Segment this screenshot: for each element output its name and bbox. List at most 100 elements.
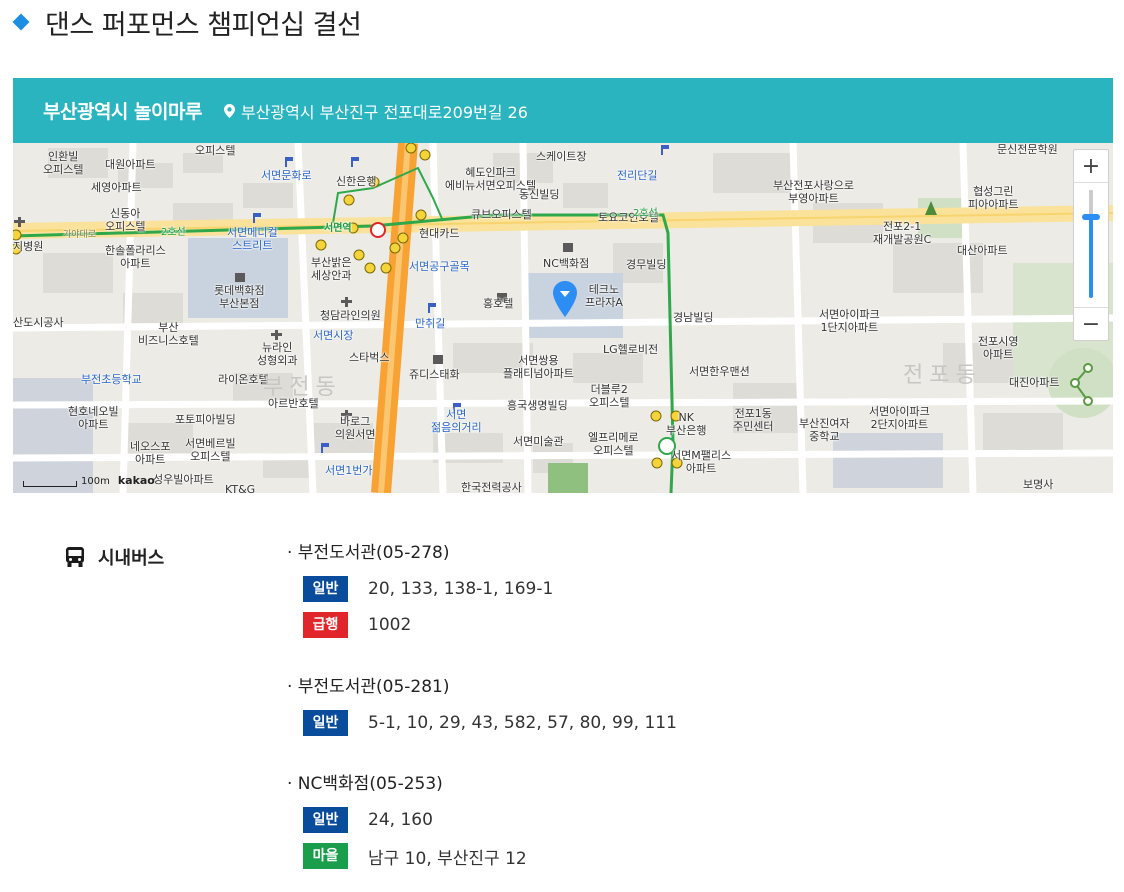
zoom-slider-handle[interactable]: [1082, 214, 1100, 220]
map-label: 부전초등학교: [81, 373, 142, 386]
map-label: NK 부산은행: [666, 411, 707, 437]
map-label: 대진아파트: [1009, 376, 1060, 389]
route-type-badge: 마을: [303, 843, 348, 869]
map-label: LG헬로비전: [603, 343, 659, 356]
map-label: 오피스텔: [195, 144, 236, 157]
route-numbers: 5-1, 10, 29, 43, 582, 57, 80, 99, 111: [368, 713, 677, 733]
map-scale: 100m kakao: [23, 474, 155, 487]
map-label: 롯데백화점 부산본점: [214, 284, 265, 310]
bus-icon: [64, 546, 86, 568]
map-label: NC백화점: [543, 257, 590, 270]
route-type-badge: 일반: [303, 710, 348, 736]
map-label: 흥국생명빌딩: [507, 399, 568, 412]
map-label: 엘프리메로 오피스텔: [588, 431, 639, 457]
bus-stop: · NC백화점(05-253) 일반 24, 160 마을 남구 10, 부산진…: [287, 771, 887, 869]
map-label: 지병원: [13, 240, 44, 253]
zoom-slider-track-top: [1089, 190, 1093, 215]
map-label: 문신전문학원: [997, 143, 1058, 156]
road-label: 가야대로: [63, 230, 97, 240]
map-label: 쥬디스태화: [409, 368, 460, 381]
map-label: 서면1번가: [325, 464, 373, 477]
map-label: 한국전력공사: [461, 481, 522, 493]
bus-route: 일반 5-1, 10, 29, 43, 582, 57, 80, 99, 111: [303, 710, 677, 736]
bus-stop-name: · 부전도서관(05-278): [287, 543, 450, 563]
diamond-bullet-icon: [12, 13, 30, 31]
map-label: 부산진여자 중학교: [799, 417, 850, 443]
district-label: 전포동: [903, 363, 982, 388]
map-label: 전리단길: [617, 169, 658, 182]
map-label: KT&G: [225, 483, 256, 493]
location-pin-icon: [223, 103, 235, 118]
map-label: 대원아파트: [105, 158, 156, 171]
map-label: 산도시공사: [13, 316, 64, 329]
district-label: 부전동: [263, 375, 342, 400]
map-brand-logo[interactable]: kakao: [118, 474, 155, 487]
bus-route: 마을 남구 10, 부산진구 12: [303, 843, 527, 869]
map-label: 서면한우맨션: [689, 365, 750, 378]
map-label: 뉴라인 성형외과: [257, 341, 298, 367]
zoom-control: + −: [1073, 149, 1109, 341]
page-header: 댄스 퍼포먼스 챔피언십 결선: [12, 2, 362, 42]
map-label: 현대카드: [419, 227, 460, 240]
transit-label: 시내버스: [98, 548, 165, 569]
zoom-in-button[interactable]: +: [1074, 150, 1108, 183]
map-label: 만취길: [415, 317, 446, 330]
map-label: 포토피아빌딩: [175, 413, 236, 426]
map-label: 동신빌딩: [519, 188, 560, 201]
map-label: 서면 젊음의거리: [431, 408, 482, 434]
map-label: 서면메디컬 스트리트: [227, 226, 278, 252]
bus-stop: · 부전도서관(05-281) 일반 5-1, 10, 29, 43, 582,…: [287, 674, 887, 736]
scale-label: 100m: [81, 476, 110, 487]
route-numbers: 남구 10, 부산진구 12: [368, 848, 527, 869]
map-label: 한솔폴라리스 아파트: [105, 244, 166, 270]
map-label: 부산전포사랑으로 부영아파트: [773, 179, 854, 205]
map-label: 홍호텔: [483, 297, 514, 310]
map-label: 스타벅스: [349, 351, 390, 364]
venue-name: 부산광역시 놀이마루: [43, 101, 202, 123]
map-label: 서면아이파크 2단지아파트: [869, 405, 930, 431]
map-label: 현호네오빌 아파트: [68, 405, 119, 431]
map-label: 라이온호텔: [218, 373, 269, 386]
subway-line-label: 2호선: [633, 208, 658, 219]
map-label: 대산아파트: [957, 244, 1008, 257]
map-label: 서면시장: [313, 329, 354, 342]
map-label: 부산밝은 세상안과: [311, 256, 352, 282]
map-label: 부산 비즈니스호텔: [138, 321, 199, 347]
map-label: 테크노 프라자A: [585, 283, 623, 309]
map-label: 서면공구골목: [409, 260, 470, 273]
zoom-out-button[interactable]: −: [1074, 307, 1108, 340]
map-label: 더블루2 오피스텔: [589, 383, 630, 409]
map-label: 보명사: [1023, 478, 1054, 491]
map-label: 신한은행: [336, 175, 377, 188]
venue-info-bar: 부산광역시 놀이마루 부산광역시 부산진구 전포대로209번길 26: [13, 78, 1113, 143]
route-numbers: 1002: [368, 615, 412, 635]
map-label: 서면아이파크 1단지아파트: [819, 308, 880, 334]
route-type-badge: 일반: [303, 807, 348, 833]
map-label: 서면문화로: [261, 169, 312, 182]
venue-address: 부산광역시 부산진구 전포대로209번길 26: [240, 102, 528, 122]
bus-route: 일반 20, 133, 138-1, 169-1: [303, 576, 553, 602]
bus-route: 일반 24, 160: [303, 807, 433, 833]
transit-section-header: 시내버스: [64, 544, 164, 570]
map-label: 바로그 의원서면: [335, 415, 376, 441]
map-label: 서면쌍용 플래티넘아파트: [503, 354, 574, 380]
bus-route: 급행 1002: [303, 612, 411, 638]
map-label: 청담라인의원: [320, 309, 381, 322]
map-label: 전포시영 아파트: [978, 335, 1019, 361]
map-label: 서면역: [324, 223, 352, 234]
route-type-badge: 일반: [303, 576, 348, 602]
route-type-badge: 급행: [303, 612, 348, 638]
subway-line-label: 2호선: [161, 227, 186, 238]
destination-marker-icon[interactable]: [553, 281, 577, 321]
bus-stop-name: · NC백화점(05-253): [287, 774, 443, 794]
route-numbers: 20, 133, 138-1, 169-1: [368, 579, 554, 599]
scale-bar: [23, 481, 77, 487]
map-view[interactable]: 오피스텔 인환빌 오피스텔 대원아파트 세영아파트 서면문화로 신한은행 혜도인…: [13, 143, 1113, 493]
map-label: 경남빌딩: [673, 311, 714, 324]
route-numbers: 24, 160: [368, 810, 433, 830]
map-label: 세영아파트: [91, 181, 142, 194]
map-label: 경무빌딩: [626, 258, 667, 271]
map-label: 협성그린 피아아파트: [968, 185, 1019, 211]
map-label: 서면미술관: [513, 435, 564, 448]
map-label: 전포1동 주민센터: [733, 407, 774, 433]
